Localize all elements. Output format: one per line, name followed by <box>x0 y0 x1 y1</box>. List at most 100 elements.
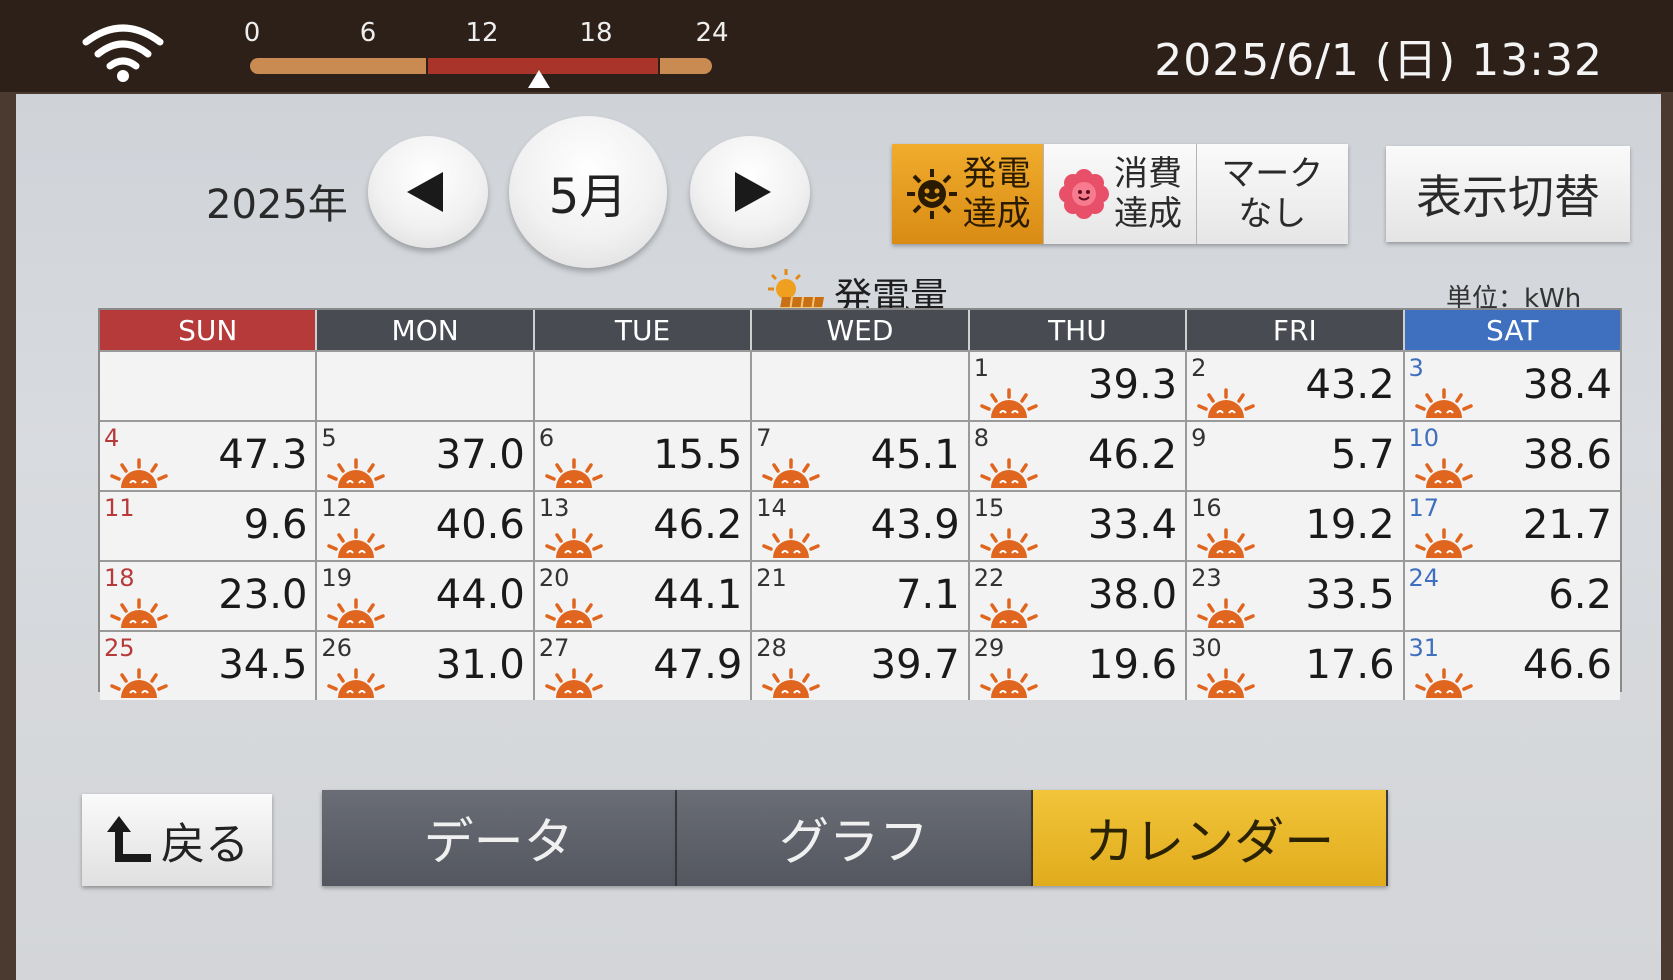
day-number: 12 <box>321 494 352 522</box>
tick-label: 0 <box>243 18 261 48</box>
day-number: 29 <box>973 634 1005 662</box>
day-number: 28 <box>756 634 787 662</box>
mark-label: 発電 達成 <box>962 154 1031 234</box>
day-number: 15 <box>973 494 1005 522</box>
sun-icon <box>760 458 822 488</box>
day-number: 20 <box>538 564 570 592</box>
weekday-header-sun: SUN <box>100 310 318 350</box>
calendar-day-cell[interactable]: 18 23.0 <box>100 562 318 630</box>
sun-icon <box>978 668 1040 698</box>
day-number: 22 <box>973 564 1005 592</box>
calendar-day-cell[interactable]: 2 43.2 <box>1187 352 1405 420</box>
calendar-day-cell[interactable]: 29 19.6 <box>969 632 1188 700</box>
day-number: 2 <box>1191 354 1207 382</box>
generation-value: 47.3 <box>218 432 308 478</box>
mark-consumption-achieved-button[interactable]: 消費 達成 <box>1044 144 1197 244</box>
calendar-day-cell[interactable]: 17 21.7 <box>1404 492 1620 560</box>
back-button[interactable]: 戻る <box>82 794 272 886</box>
tab-data[interactable]: データ <box>322 790 678 886</box>
tab-graph[interactable]: グラフ <box>677 790 1033 886</box>
year-label: 2025年 <box>206 182 348 228</box>
generation-value: 43.2 <box>1305 362 1395 408</box>
day-number: 10 <box>1408 424 1440 452</box>
calendar-day-cell[interactable]: 10 38.6 <box>1404 422 1620 490</box>
mark-none-button[interactable]: マーク なし <box>1196 144 1348 244</box>
sun-icon <box>543 598 605 628</box>
calendar-day-cell[interactable]: 16 19.2 <box>1187 492 1405 560</box>
triangle-left-icon <box>407 172 443 212</box>
generation-value: 5.7 <box>1330 432 1395 478</box>
generation-value: 23.0 <box>218 572 308 618</box>
calendar-day-cell[interactable]: 20 44.1 <box>534 562 753 630</box>
sun-icon <box>325 458 387 488</box>
mark-selector: 発電 達成 消費 達成 マーク なし <box>892 144 1348 244</box>
sun-icon <box>760 668 822 698</box>
day-number: 17 <box>1408 494 1440 522</box>
generation-value: 39.3 <box>1088 362 1178 408</box>
month-button[interactable]: 5月 <box>509 116 667 268</box>
generation-value: 45.1 <box>870 432 960 478</box>
sun-icon <box>108 668 170 698</box>
calendar-day-cell[interactable]: 14 43.9 <box>752 492 970 560</box>
sun-icon <box>325 668 387 698</box>
calendar-day-cell[interactable]: 24 6.2 <box>1404 562 1620 630</box>
calendar-day-cell[interactable]: 1 39.3 <box>969 352 1188 420</box>
status-bar: 0 6 12 18 24 2025/6/1 (日) 13:32 <box>0 0 1673 92</box>
sun-icon <box>325 598 387 628</box>
calendar-day-cell[interactable]: 15 33.4 <box>969 492 1188 560</box>
calendar-day-cell[interactable]: 6 15.5 <box>534 422 753 490</box>
weekday-header-fri: FRI <box>1187 310 1405 350</box>
tab-calendar[interactable]: カレンダー <box>1032 790 1388 886</box>
sun-icon <box>978 598 1040 628</box>
mark-generation-achieved-button[interactable]: 発電 達成 <box>892 144 1045 244</box>
calendar-day-cell[interactable]: 12 40.6 <box>317 492 535 560</box>
flower-icon <box>1058 169 1109 219</box>
calendar-week-row: 18 23.0 19 44.0 20 44.1 21 7.1 22 38.0 23 33.5 24 6.2 <box>100 560 1620 630</box>
generation-value: 38.6 <box>1522 432 1612 478</box>
generation-value: 17.6 <box>1305 642 1395 688</box>
generation-value: 7.1 <box>896 572 960 618</box>
sun-icon <box>543 668 605 698</box>
calendar-day-cell[interactable]: 25 34.5 <box>100 632 318 700</box>
calendar-day-cell[interactable]: 31 46.6 <box>1404 632 1620 700</box>
sun-icon <box>978 458 1040 488</box>
sun-face-icon <box>906 169 957 219</box>
sun-icon <box>978 388 1040 418</box>
calendar-day-cell[interactable]: 21 7.1 <box>752 562 970 630</box>
calendar-day-cell[interactable]: 4 47.3 <box>100 422 318 490</box>
weekday-header-tue: TUE <box>534 310 753 350</box>
calendar-empty-cell <box>752 352 970 420</box>
sun-icon <box>1413 528 1475 558</box>
day-number: 9 <box>1191 424 1207 452</box>
previous-month-button[interactable] <box>368 136 488 248</box>
sun-icon <box>1195 388 1257 418</box>
calendar-day-cell[interactable]: 27 47.9 <box>534 632 753 700</box>
generation-value: 34.5 <box>218 642 308 688</box>
generation-value: 40.6 <box>435 502 525 548</box>
time-segment-evening <box>660 58 712 74</box>
calendar-day-cell[interactable]: 13 46.2 <box>534 492 753 560</box>
calendar-day-cell[interactable]: 9 5.7 <box>1187 422 1405 490</box>
calendar-day-cell[interactable]: 11 9.6 <box>100 492 318 560</box>
calendar-day-cell[interactable]: 26 31.0 <box>317 632 535 700</box>
triangle-right-icon <box>735 172 771 212</box>
back-arrow-icon <box>107 816 151 862</box>
generation-value: 19.6 <box>1088 642 1178 688</box>
calendar-day-cell[interactable]: 3 38.4 <box>1404 352 1620 420</box>
calendar-day-cell[interactable]: 30 17.6 <box>1187 632 1405 700</box>
generation-value: 38.0 <box>1088 572 1178 618</box>
calendar-empty-cell <box>100 352 318 420</box>
calendar-day-cell[interactable]: 28 39.7 <box>752 632 970 700</box>
day-number: 7 <box>756 424 772 452</box>
calendar-day-cell[interactable]: 23 33.5 <box>1187 562 1405 630</box>
calendar-day-cell[interactable]: 7 45.1 <box>752 422 970 490</box>
next-month-button[interactable] <box>690 136 810 248</box>
calendar-day-cell[interactable]: 8 46.2 <box>969 422 1188 490</box>
weekday-header-mon: MON <box>317 310 535 350</box>
day-number: 26 <box>321 634 352 662</box>
generation-value: 38.4 <box>1522 362 1612 408</box>
calendar-day-cell[interactable]: 22 38.0 <box>969 562 1188 630</box>
calendar-day-cell[interactable]: 19 44.0 <box>317 562 535 630</box>
calendar-day-cell[interactable]: 5 37.0 <box>317 422 535 490</box>
display-switch-button[interactable]: 表示切替 <box>1386 146 1630 242</box>
